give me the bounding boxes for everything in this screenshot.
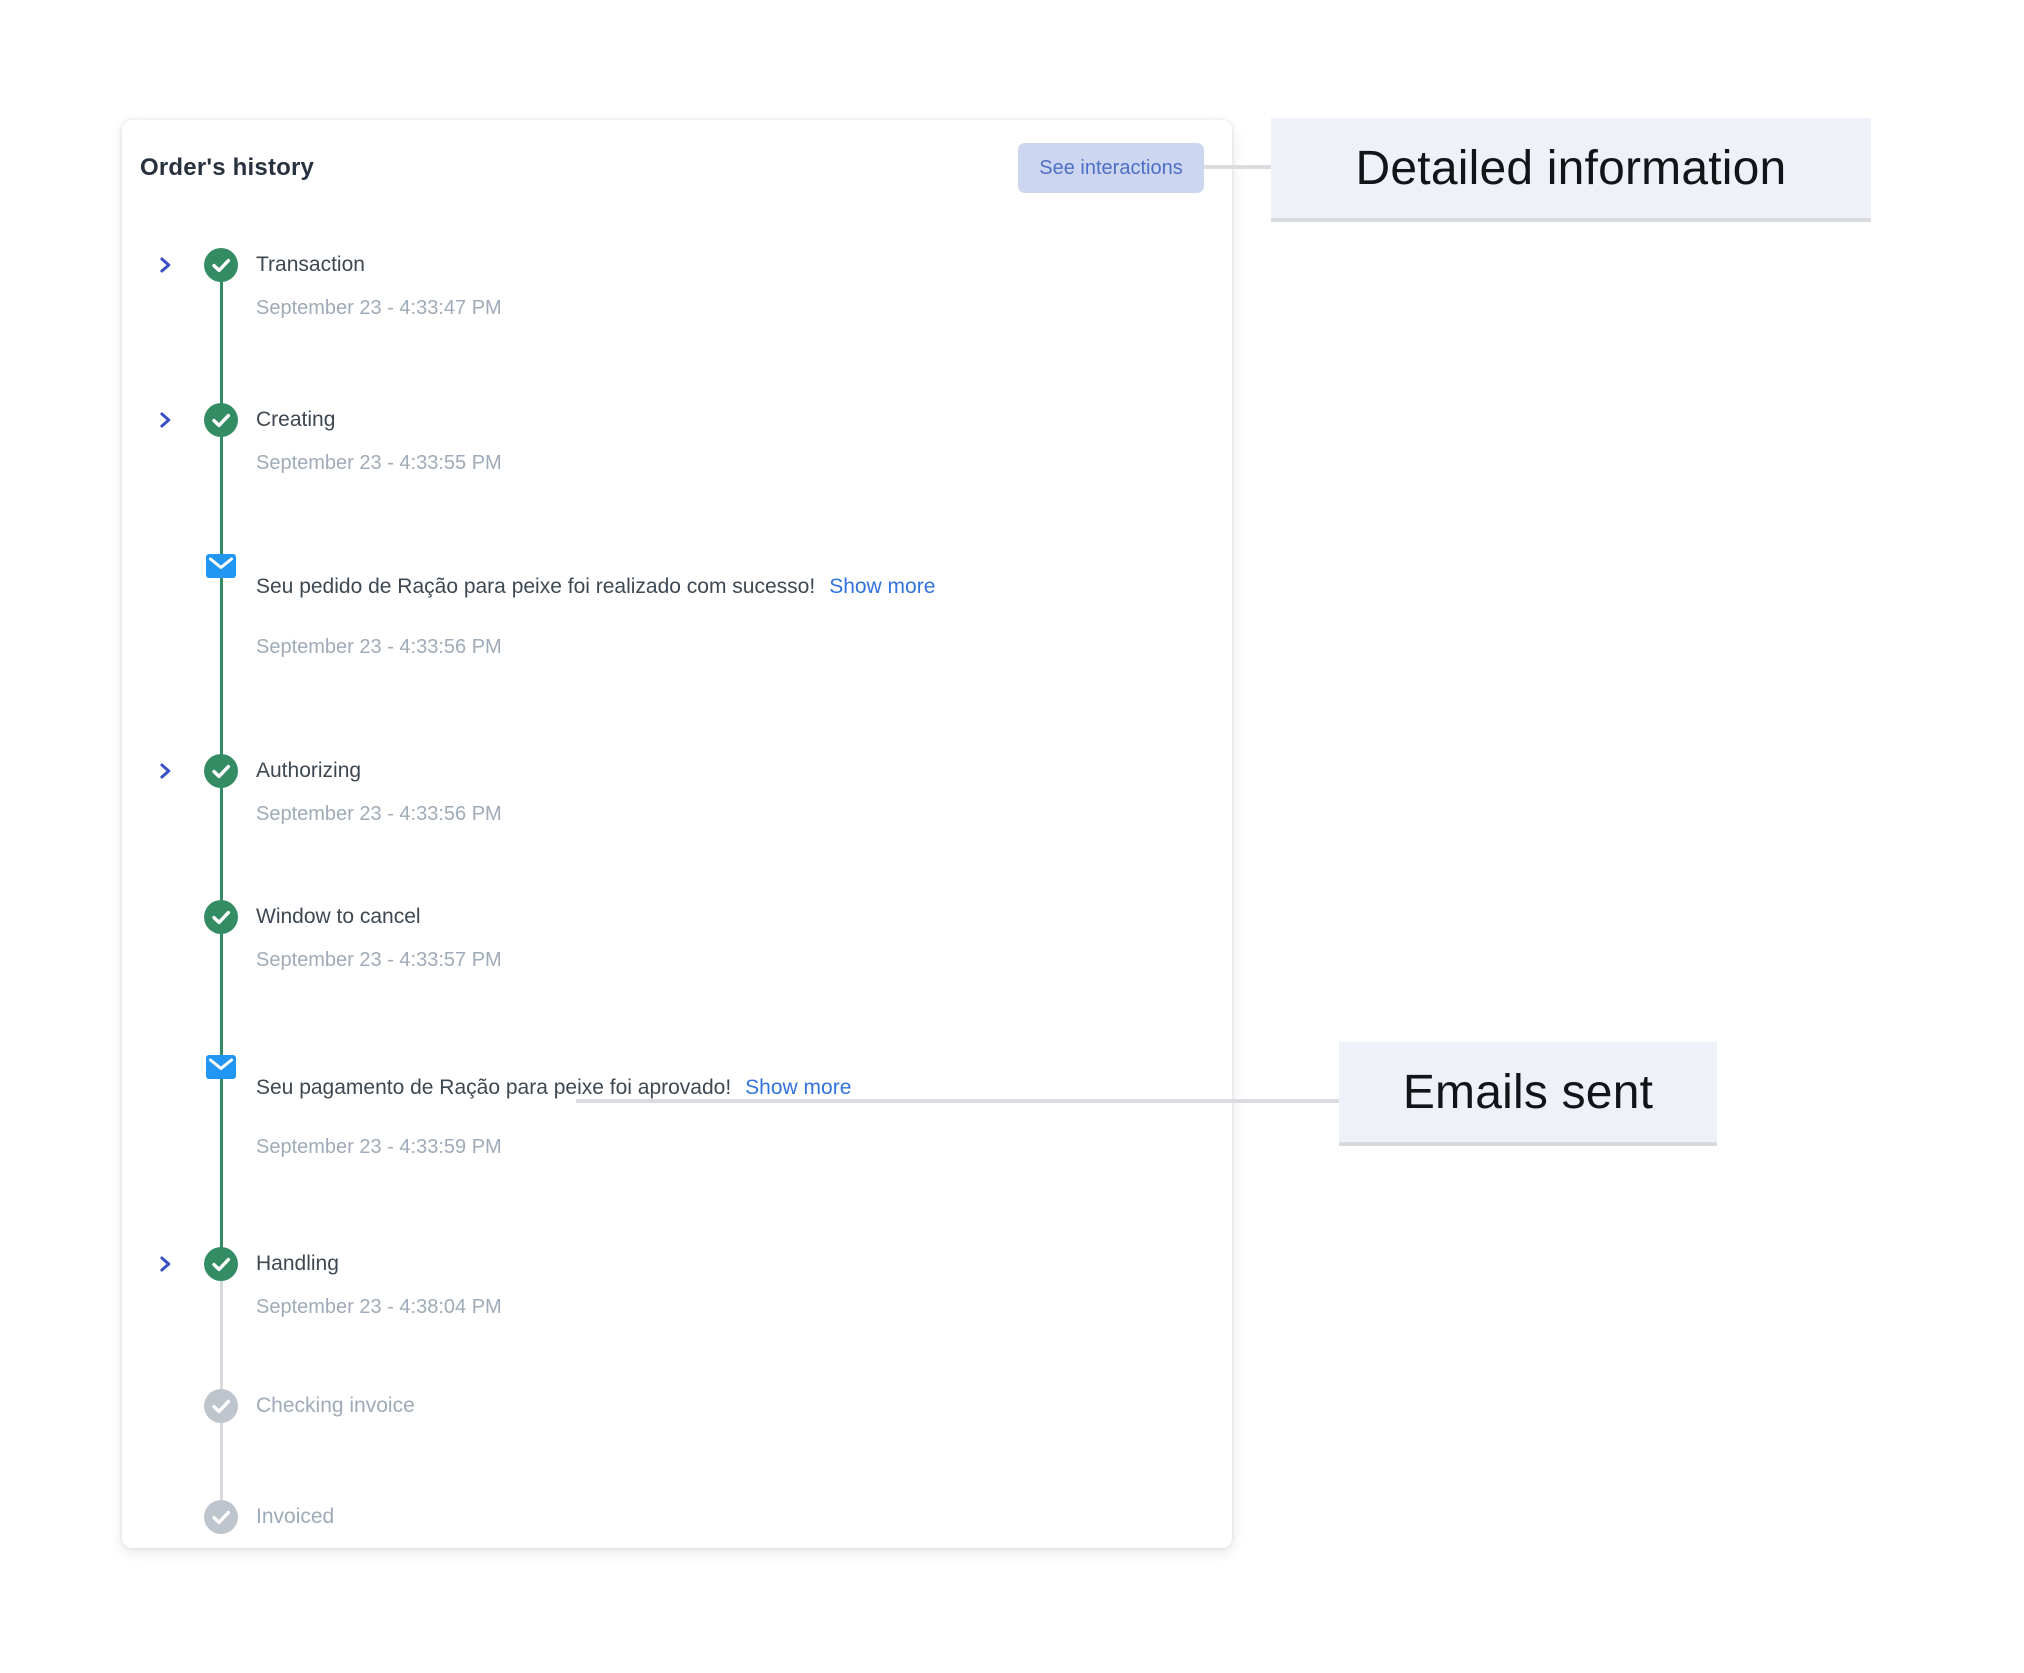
annotation-connector bbox=[576, 1099, 1339, 1103]
stage-timestamp: September 23 - 4:33:57 PM bbox=[256, 947, 502, 973]
check-circle-icon bbox=[204, 1500, 238, 1534]
see-interactions-button[interactable]: See interactions bbox=[1018, 143, 1204, 193]
stage-label: Checking invoice bbox=[256, 1392, 415, 1420]
orders-history-card: Order's history See interactions Transac… bbox=[122, 120, 1232, 1548]
email-icon bbox=[206, 554, 236, 578]
stage-timestamp: September 23 - 4:38:04 PM bbox=[256, 1294, 502, 1320]
email-timestamp: September 23 - 4:33:59 PM bbox=[256, 1134, 502, 1160]
expand-chevron-icon[interactable] bbox=[155, 1254, 175, 1274]
email-row: Seu pagamento de Ração para peixe foi ap… bbox=[256, 1074, 851, 1102]
annotation-emails-sent: Emails sent bbox=[1339, 1042, 1717, 1146]
stage-label: Handling bbox=[256, 1250, 339, 1278]
show-more-link[interactable]: Show more bbox=[829, 575, 935, 598]
email-row: Seu pedido de Ração para peixe foi reali… bbox=[256, 573, 935, 601]
expand-chevron-icon[interactable] bbox=[155, 761, 175, 781]
stage-timestamp: September 23 - 4:33:47 PM bbox=[256, 295, 502, 321]
check-circle-icon bbox=[204, 1389, 238, 1423]
email-icon bbox=[206, 1055, 236, 1079]
expand-chevron-icon[interactable] bbox=[155, 255, 175, 275]
annotation-detailed-information: Detailed information bbox=[1271, 118, 1871, 222]
page: Order's history See interactions Transac… bbox=[0, 0, 2024, 1673]
stage-label: Window to cancel bbox=[256, 903, 421, 931]
stage-label: Transaction bbox=[256, 251, 365, 279]
expand-chevron-icon[interactable] bbox=[155, 410, 175, 430]
email-subject: Seu pedido de Ração para peixe foi reali… bbox=[256, 575, 815, 598]
email-timestamp: September 23 - 4:33:56 PM bbox=[256, 634, 502, 660]
check-circle-icon bbox=[204, 900, 238, 934]
check-circle-icon bbox=[204, 1247, 238, 1281]
show-more-link[interactable]: Show more bbox=[745, 1076, 851, 1099]
check-circle-icon bbox=[204, 754, 238, 788]
stage-timestamp: September 23 - 4:33:55 PM bbox=[256, 450, 502, 476]
check-circle-icon bbox=[204, 248, 238, 282]
stage-label: Invoiced bbox=[256, 1503, 334, 1531]
check-circle-icon bbox=[204, 403, 238, 437]
stage-label: Creating bbox=[256, 406, 335, 434]
email-subject: Seu pagamento de Ração para peixe foi ap… bbox=[256, 1076, 731, 1099]
stage-timestamp: September 23 - 4:33:56 PM bbox=[256, 801, 502, 827]
card-title: Order's history bbox=[140, 154, 314, 182]
annotation-connector bbox=[1204, 165, 1271, 169]
stage-label: Authorizing bbox=[256, 757, 361, 785]
